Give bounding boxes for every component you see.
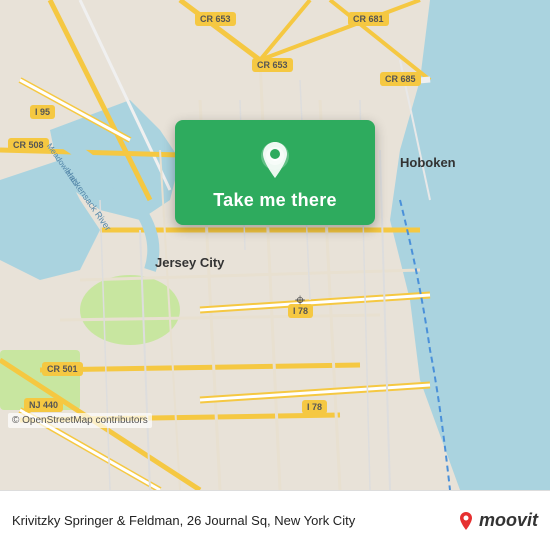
- location-pin-icon: [253, 138, 297, 182]
- map-container: Jersey City Hoboken CR 653 CR 653 CR 681…: [0, 0, 550, 490]
- take-me-there-button[interactable]: Take me there: [175, 120, 375, 225]
- road-i95: I 95: [30, 105, 55, 119]
- road-i78-2: I 78: [302, 400, 327, 414]
- moovit-logo: moovit: [455, 510, 538, 532]
- road-cr681: CR 681: [348, 12, 389, 26]
- road-nj440: NJ 440: [24, 398, 63, 412]
- cta-overlay: Take me there: [155, 120, 395, 225]
- road-cr653-2: CR 653: [252, 58, 293, 72]
- road-cr501: CR 501: [42, 362, 83, 376]
- road-cr653-1: CR 653: [195, 12, 236, 26]
- moovit-brand-text: moovit: [479, 510, 538, 531]
- jersey-city-label: Jersey City: [155, 255, 224, 270]
- map-cursor: ⌖: [295, 290, 305, 311]
- cta-button-label: Take me there: [213, 190, 337, 211]
- bottom-bar: Krivitzky Springer & Feldman, 26 Journal…: [0, 490, 550, 550]
- copyright-text: © OpenStreetMap contributors: [8, 413, 152, 428]
- address-text: Krivitzky Springer & Feldman, 26 Journal…: [12, 513, 455, 528]
- hoboken-label: Hoboken: [400, 155, 456, 170]
- moovit-pin-icon: [455, 510, 477, 532]
- road-cr508: CR 508: [8, 138, 49, 152]
- road-cr685: CR 685: [380, 72, 421, 86]
